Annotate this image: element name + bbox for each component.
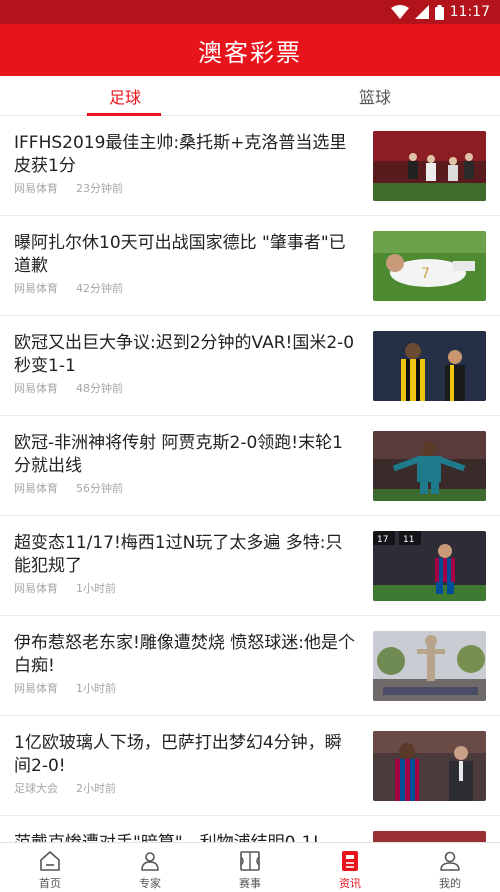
- news-meta: 足球大会 2小时前: [14, 780, 116, 796]
- news-time: 48分钟前: [76, 382, 123, 395]
- news-source: 网易体育: [14, 282, 58, 295]
- news-meta: 网易体育 1小时前: [14, 580, 116, 596]
- news-title: 1亿欧玻璃人下场，巴萨打出梦幻4分钟，瞬间2-0!: [14, 733, 342, 776]
- news-time: 23分钟前: [76, 182, 123, 195]
- wifi-icon: [390, 5, 409, 19]
- home-icon: [40, 851, 60, 871]
- news-title: 曝阿扎尔休10天可出战国家德比 "肇事者"已道歉: [14, 233, 346, 276]
- news-thumbnail[interactable]: [373, 331, 486, 401]
- news-thumbnail[interactable]: 17 11: [373, 531, 486, 601]
- svg-text:7: 7: [421, 266, 430, 282]
- experts-icon: [141, 852, 159, 871]
- news-thumbnail[interactable]: [373, 731, 486, 801]
- news-thumbnail[interactable]: [373, 431, 486, 501]
- nav-label: 赛事: [239, 877, 261, 890]
- nav-profile[interactable]: 我的: [400, 843, 500, 892]
- news-title: 超变态11/17!梅西1过N玩了太多遍 多特:只能犯规了: [14, 533, 343, 576]
- news-time: 1小时前: [76, 682, 116, 695]
- news-title: 欧冠又出巨大争议:迟到2分钟的VAR!国米2-0秒变1-1: [14, 333, 355, 376]
- news-meta: 网易体育 48分钟前: [14, 380, 123, 396]
- status-bar: 11:17: [0, 0, 500, 24]
- status-time: 11:17: [449, 4, 490, 20]
- news-meta: 网易体育 23分钟前: [14, 180, 123, 196]
- nav-label: 我的: [439, 877, 461, 890]
- news-source: 网易体育: [14, 182, 58, 195]
- news-item[interactable]: 超变态11/17!梅西1过N玩了太多遍 多特:只能犯规了 网易体育 1小时前 1…: [0, 516, 500, 616]
- news-title: 欧冠-非洲神将传射 阿贾克斯2-0领跑!末轮1分就出线: [14, 433, 343, 476]
- nav-label: 专家: [139, 877, 161, 890]
- news-source: 网易体育: [14, 382, 58, 395]
- status-icons: 11:17: [390, 3, 490, 21]
- bottom-nav: 首页 专家 赛事 资讯 我的: [0, 842, 500, 892]
- battery-icon: [434, 4, 444, 20]
- profile-icon: [440, 851, 460, 871]
- nav-experts[interactable]: 专家: [100, 843, 200, 892]
- nav-label: 资讯: [339, 877, 361, 890]
- news-item[interactable]: 伊布惹怒老东家!雕像遭焚烧 愤怒球迷:他是个白痴! 网易体育 1小时前: [0, 616, 500, 716]
- app-title: 澳客彩票: [198, 38, 302, 67]
- news-item[interactable]: 欧冠-非洲神将传射 阿贾克斯2-0领跑!末轮1分就出线 网易体育 56分钟前: [0, 416, 500, 516]
- nav-home[interactable]: 首页: [0, 843, 100, 892]
- thumb-overlay-right: 11: [403, 535, 414, 545]
- news-time: 42分钟前: [76, 282, 123, 295]
- news-meta: 网易体育 42分钟前: [14, 280, 123, 296]
- nav-matches[interactable]: 赛事: [200, 843, 300, 892]
- news-item[interactable]: 1亿欧玻璃人下场，巴萨打出梦幻4分钟，瞬间2-0! 足球大会 2小时前: [0, 716, 500, 816]
- news-icon: [342, 851, 358, 871]
- news-meta: 网易体育 56分钟前: [14, 480, 123, 496]
- news-source: 足球大会: [14, 782, 58, 795]
- nav-news[interactable]: 资讯: [300, 843, 400, 892]
- news-meta: 网易体育 1小时前: [14, 680, 116, 696]
- news-source: 网易体育: [14, 682, 58, 695]
- news-title: 伊布惹怒老东家!雕像遭焚烧 愤怒球迷:他是个白痴!: [14, 633, 355, 676]
- nav-label: 首页: [39, 877, 61, 890]
- category-tabs: 足球 篮球: [0, 76, 500, 116]
- news-title: IFFHS2019最佳主帅:桑托斯+克洛普当选里皮获1分: [14, 133, 347, 176]
- news-item[interactable]: IFFHS2019最佳主帅:桑托斯+克洛普当选里皮获1分 网易体育 23分钟前: [0, 116, 500, 216]
- app-bar: 澳客彩票: [0, 24, 500, 76]
- news-item[interactable]: 欧冠又出巨大争议:迟到2分钟的VAR!国米2-0秒变1-1 网易体育 48分钟前: [0, 316, 500, 416]
- news-thumbnail[interactable]: [373, 131, 486, 201]
- news-item[interactable]: 曝阿扎尔休10天可出战国家德比 "肇事者"已道歉 网易体育 42分钟前 7: [0, 216, 500, 316]
- news-source: 网易体育: [14, 482, 58, 495]
- match-icon: [240, 851, 260, 871]
- news-source: 网易体育: [14, 582, 58, 595]
- news-thumbnail[interactable]: 7: [373, 231, 486, 301]
- news-time: 56分钟前: [76, 482, 123, 495]
- thumb-overlay-left: 17: [377, 535, 388, 545]
- signal-icon: [414, 5, 429, 19]
- news-thumbnail[interactable]: [373, 631, 486, 701]
- tab-basketball[interactable]: 篮球: [330, 76, 420, 116]
- news-list[interactable]: IFFHS2019最佳主帅:桑托斯+克洛普当选里皮获1分 网易体育 23分钟前 …: [0, 116, 500, 848]
- news-time: 2小时前: [76, 782, 116, 795]
- news-time: 1小时前: [76, 582, 116, 595]
- tab-football[interactable]: 足球: [80, 76, 170, 116]
